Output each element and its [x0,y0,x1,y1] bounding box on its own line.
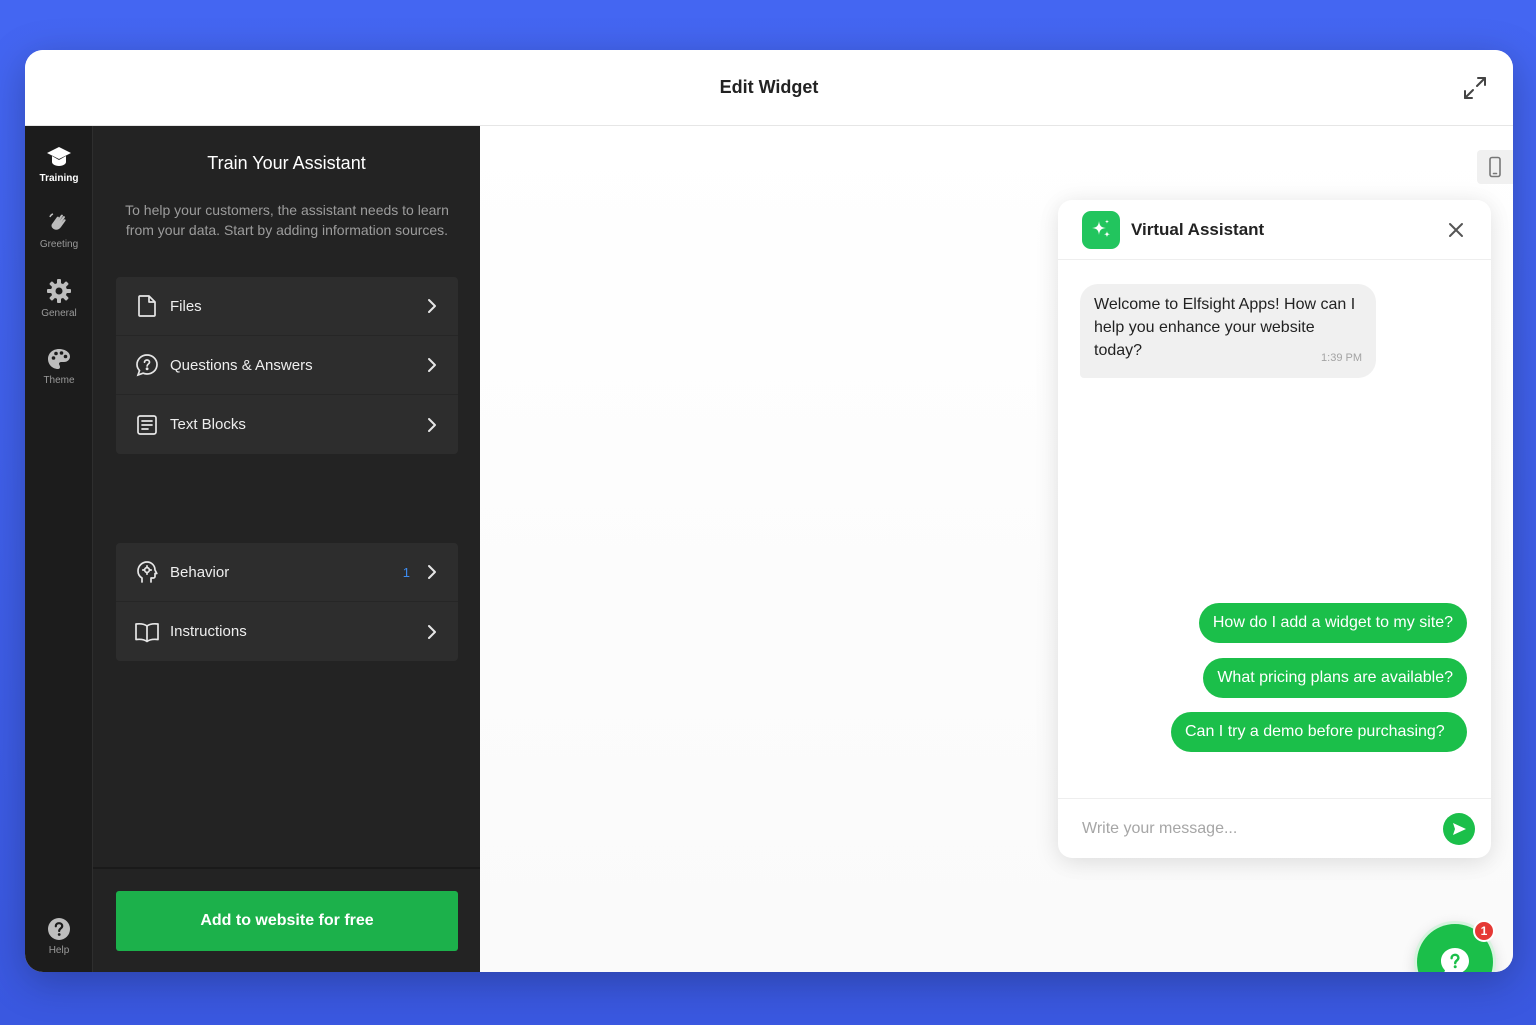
suggested-question[interactable]: Can I try a demo before purchasing? [1171,712,1467,752]
chat-launcher-button[interactable]: 1 [1417,920,1495,972]
head-gear-icon [137,561,158,583]
suggested-question[interactable]: What pricing plans are available? [1203,658,1467,698]
gear-icon [47,278,71,303]
row-text-blocks[interactable]: Text Blocks [116,395,458,454]
question-bubble-icon [136,354,158,377]
chat-input-row [1058,798,1491,858]
row-files[interactable]: Files [116,277,458,336]
chevron-right-icon [428,299,436,313]
edit-widget-window: Edit Widget Training Greeting General Th… [25,50,1513,972]
file-icon [138,295,156,317]
sidebar-item-theme[interactable]: Theme [25,336,93,396]
row-label: Behavior [170,563,230,581]
behavior-count-badge: 1 [402,564,410,580]
sidebar-item-label: Greeting [39,238,79,250]
bot-message-text: Welcome to Elfsight Apps! How can I help… [1094,296,1356,359]
book-icon [135,622,159,642]
help-icon [48,917,70,940]
chevron-right-icon [428,565,436,579]
message-input[interactable] [1082,819,1443,838]
expand-icon [1464,77,1486,99]
row-label: Files [170,297,202,315]
message-timestamp: 1:39 PM [1321,352,1362,364]
chevron-right-icon [428,624,436,639]
sidebar-item-training[interactable]: Training [25,134,93,194]
sidebar-item-general[interactable]: General [25,268,93,328]
sidebar-item-label: Theme [43,374,75,386]
sidebar-item-greeting[interactable]: Greeting [25,200,93,260]
text-block-icon [137,414,157,435]
row-instructions[interactable]: Instructions [116,602,458,661]
chevron-right-icon [428,417,436,432]
palette-icon [48,348,70,369]
suggested-question[interactable]: How do I add a widget to my site? [1198,603,1467,643]
chevron-right-icon [428,358,436,372]
settings-group: Behavior 1 Instructions [116,543,458,661]
sidebar-item-label: General [41,307,77,319]
bot-message: Welcome to Elfsight Apps! How can I help… [1080,284,1376,378]
sidebar-item-help[interactable]: Help [25,906,93,966]
row-label: Instructions [170,623,247,640]
row-label: Text Blocks [170,416,246,433]
send-button[interactable] [1443,812,1475,845]
window-title: Edit Widget [719,77,819,97]
sparkle-icon [1092,219,1111,237]
graduation-cap-icon [47,146,71,166]
expand-button[interactable] [1459,72,1491,104]
top-bar: Edit Widget [25,50,1513,126]
send-icon [1453,822,1466,835]
assistant-name: Virtual Assistant [1131,219,1265,239]
row-label: Questions & Answers [170,356,313,374]
close-icon [1449,222,1463,237]
panel-title: Train Your Assistant [207,153,366,173]
training-panel: Train Your Assistant To help your custom… [93,126,480,972]
add-to-website-button[interactable]: Add to website for free [116,891,458,951]
chat-header: Virtual Assistant [1058,200,1491,260]
sidebar-item-label: Training [39,172,79,184]
preview-area: Virtual Assistant Welcome to Elfsight Ap… [480,126,1513,972]
sidebar-item-label: Help [48,944,70,956]
waving-hand-icon [49,212,66,230]
chat-window: Virtual Assistant Welcome to Elfsight Ap… [1058,200,1491,858]
chat-close-button[interactable] [1445,219,1467,241]
panel-footer: Add to website for free [93,867,480,972]
device-toggle-button[interactable] [1477,150,1513,184]
sources-group: Files Questions & Answers Text Blocks [116,277,458,454]
mobile-device-icon [1489,156,1501,178]
row-behavior[interactable]: Behavior 1 [116,543,458,602]
notification-badge: 1 [1473,920,1495,942]
panel-description: To help your customers, the assistant ne… [125,202,449,238]
assistant-avatar [1082,210,1120,249]
sidebar-rail: Training Greeting General Theme Help [25,126,93,972]
row-questions-answers[interactable]: Questions & Answers [116,336,458,395]
question-bubble-icon [1441,948,1469,972]
